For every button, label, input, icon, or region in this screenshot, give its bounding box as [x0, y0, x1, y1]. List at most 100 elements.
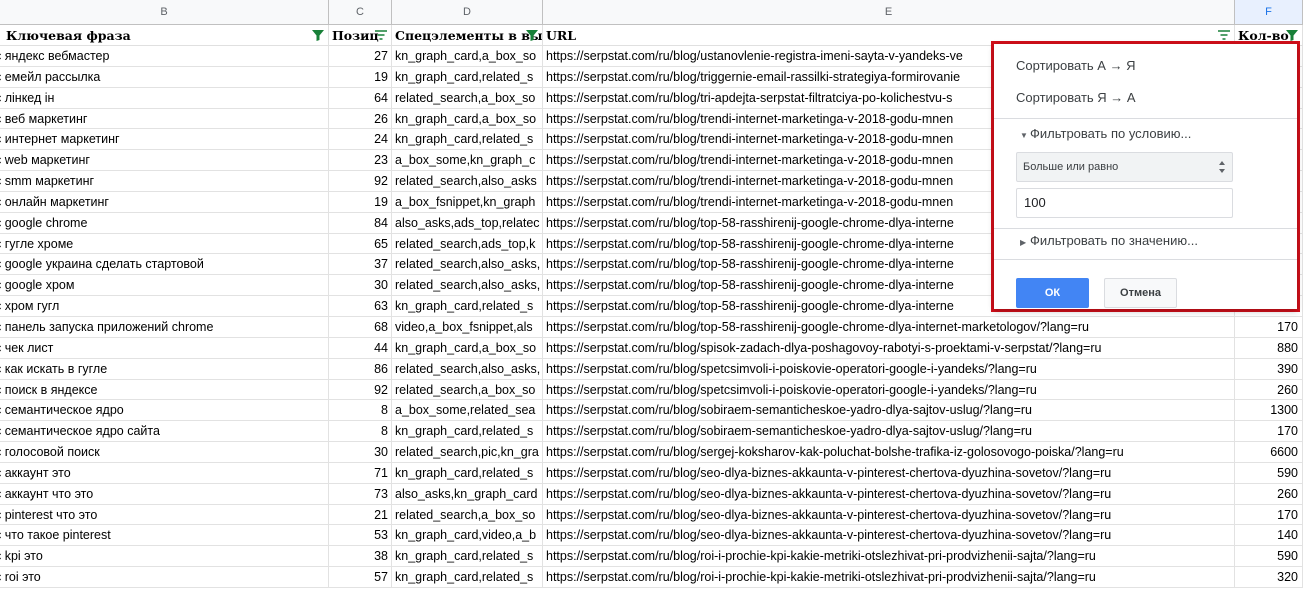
- keyword-cell[interactable]: с интернет маркетинг: [0, 129, 329, 150]
- sort-asc-item[interactable]: Сортировать А → Я: [1016, 58, 1136, 73]
- keyword-cell[interactable]: с google хром: [0, 275, 329, 296]
- features-cell[interactable]: kn_graph_card,related_s: [392, 296, 543, 316]
- url-cell[interactable]: https://serpstat.com/ru/blog/spisok-zada…: [543, 337, 1235, 358]
- keyword-cell[interactable]: с smm маркетинг: [0, 171, 329, 191]
- keyword-cell[interactable]: с поиск в яндексе: [0, 379, 329, 400]
- features-cell[interactable]: related_search,also_asks: [392, 171, 543, 191]
- volume-cell[interactable]: 170: [1235, 421, 1303, 442]
- keyword-cell[interactable]: с pinterest что это: [0, 504, 329, 525]
- keyword-cell[interactable]: с хром гугл: [0, 296, 329, 316]
- url-cell[interactable]: https://serpstat.com/ru/blog/roi-i-proch…: [543, 546, 1235, 567]
- condition-value-input[interactable]: 100: [1016, 188, 1233, 218]
- filter-icon[interactable]: [374, 28, 388, 42]
- position-cell[interactable]: 19: [329, 66, 392, 87]
- volume-cell[interactable]: 6600: [1235, 442, 1303, 462]
- keyword-cell[interactable]: с google украина сделать стартовой: [0, 254, 329, 275]
- position-cell[interactable]: 30: [329, 275, 392, 296]
- position-cell[interactable]: 37: [329, 254, 392, 275]
- keyword-cell[interactable]: с что такое pinterest: [0, 525, 329, 546]
- features-cell[interactable]: kn_graph_card,related_s: [392, 546, 543, 567]
- features-cell[interactable]: kn_graph_card,a_box_so: [392, 108, 543, 129]
- position-cell[interactable]: 38: [329, 546, 392, 567]
- keyword-cell[interactable]: с емейл рассылка: [0, 66, 329, 87]
- features-cell[interactable]: related_search,also_asks,: [392, 275, 543, 296]
- filter-by-value-toggle[interactable]: ▶ Фильтровать по значению...: [1020, 233, 1198, 248]
- volume-cell[interactable]: 390: [1235, 358, 1303, 379]
- position-cell[interactable]: 44: [329, 337, 392, 358]
- keyword-cell[interactable]: с чек лист: [0, 337, 329, 358]
- url-cell[interactable]: https://serpstat.com/ru/blog/sergej-koks…: [543, 442, 1235, 462]
- keyword-cell[interactable]: с лінкед ін: [0, 87, 329, 108]
- features-cell[interactable]: related_search,pic,kn_gra: [392, 442, 543, 462]
- position-cell[interactable]: 86: [329, 358, 392, 379]
- url-cell[interactable]: https://serpstat.com/ru/blog/seo-dlya-bi…: [543, 462, 1235, 483]
- column-header-d[interactable]: D: [392, 0, 543, 25]
- features-cell[interactable]: kn_graph_card,related_s: [392, 66, 543, 87]
- volume-cell[interactable]: 320: [1235, 567, 1303, 587]
- features-cell[interactable]: related_search,a_box_so: [392, 504, 543, 525]
- keyword-cell[interactable]: с онлайн маркетинг: [0, 191, 329, 212]
- volume-cell[interactable]: 260: [1235, 483, 1303, 504]
- position-cell[interactable]: 65: [329, 233, 392, 254]
- position-cell[interactable]: 27: [329, 46, 392, 66]
- volume-cell[interactable]: 170: [1235, 504, 1303, 525]
- column-header-e[interactable]: E: [543, 0, 1235, 25]
- ok-button[interactable]: ОК: [1016, 278, 1089, 308]
- url-cell[interactable]: https://serpstat.com/ru/blog/spetcsimvol…: [543, 379, 1235, 400]
- column-header-b[interactable]: B: [0, 0, 329, 25]
- filter-active-icon[interactable]: [1285, 28, 1299, 42]
- position-cell[interactable]: 30: [329, 442, 392, 462]
- column-header-c[interactable]: C: [329, 0, 392, 25]
- position-cell[interactable]: 53: [329, 525, 392, 546]
- keyword-cell[interactable]: с kpi это: [0, 546, 329, 567]
- keyword-cell[interactable]: с roi это: [0, 567, 329, 587]
- volume-cell[interactable]: 590: [1235, 462, 1303, 483]
- position-cell[interactable]: 19: [329, 191, 392, 212]
- column-header-f[interactable]: F: [1235, 0, 1303, 25]
- features-cell[interactable]: a_box_some,kn_graph_c: [392, 150, 543, 171]
- features-cell[interactable]: related_search,a_box_so: [392, 87, 543, 108]
- url-cell[interactable]: https://serpstat.com/ru/blog/sobiraem-se…: [543, 421, 1235, 442]
- filter-by-condition-toggle[interactable]: ▼ Фильтровать по условию...: [1020, 126, 1191, 141]
- header-keyword[interactable]: Ключевая фраза: [0, 25, 329, 46]
- features-cell[interactable]: kn_graph_card,related_s: [392, 462, 543, 483]
- position-cell[interactable]: 63: [329, 296, 392, 316]
- keyword-cell[interactable]: с семантическое ядро: [0, 400, 329, 421]
- position-cell[interactable]: 26: [329, 108, 392, 129]
- keyword-cell[interactable]: с яндекс вебмастер: [0, 46, 329, 66]
- keyword-cell[interactable]: с голосовой поиск: [0, 442, 329, 462]
- cancel-button[interactable]: Отмена: [1104, 278, 1177, 308]
- url-cell[interactable]: https://serpstat.com/ru/blog/top-58-rass…: [543, 316, 1235, 337]
- position-cell[interactable]: 8: [329, 421, 392, 442]
- keyword-cell[interactable]: с веб маркетинг: [0, 108, 329, 129]
- position-cell[interactable]: 57: [329, 567, 392, 587]
- header-position[interactable]: Позиц: [329, 25, 392, 46]
- condition-select[interactable]: Больше или равно: [1016, 152, 1233, 182]
- position-cell[interactable]: 84: [329, 212, 392, 233]
- url-cell[interactable]: https://serpstat.com/ru/blog/spetcsimvol…: [543, 358, 1235, 379]
- features-cell[interactable]: kn_graph_card,a_box_so: [392, 337, 543, 358]
- url-cell[interactable]: https://serpstat.com/ru/blog/roi-i-proch…: [543, 567, 1235, 587]
- features-cell[interactable]: related_search,ads_top,k: [392, 233, 543, 254]
- features-cell[interactable]: also_asks,ads_top,relatec: [392, 212, 543, 233]
- position-cell[interactable]: 21: [329, 504, 392, 525]
- filter-icon[interactable]: [1217, 28, 1231, 42]
- position-cell[interactable]: 23: [329, 150, 392, 171]
- url-cell[interactable]: https://serpstat.com/ru/blog/seo-dlya-bi…: [543, 483, 1235, 504]
- volume-cell[interactable]: 140: [1235, 525, 1303, 546]
- keyword-cell[interactable]: с панель запуска приложений chrome: [0, 316, 329, 337]
- features-cell[interactable]: a_box_fsnippet,kn_graph: [392, 191, 543, 212]
- url-cell[interactable]: https://serpstat.com/ru/blog/seo-dlya-bi…: [543, 525, 1235, 546]
- position-cell[interactable]: 64: [329, 87, 392, 108]
- features-cell[interactable]: a_box_some,related_sea: [392, 400, 543, 421]
- url-cell[interactable]: https://serpstat.com/ru/blog/sobiraem-se…: [543, 400, 1235, 421]
- features-cell[interactable]: related_search,a_box_so: [392, 379, 543, 400]
- keyword-cell[interactable]: с гугле хроме: [0, 233, 329, 254]
- volume-cell[interactable]: 590: [1235, 546, 1303, 567]
- position-cell[interactable]: 92: [329, 379, 392, 400]
- features-cell[interactable]: kn_graph_card,related_s: [392, 567, 543, 587]
- url-cell[interactable]: https://serpstat.com/ru/blog/seo-dlya-bi…: [543, 504, 1235, 525]
- features-cell[interactable]: video,a_box_fsnippet,als: [392, 316, 543, 337]
- volume-cell[interactable]: 260: [1235, 379, 1303, 400]
- filter-active-icon[interactable]: [525, 28, 539, 42]
